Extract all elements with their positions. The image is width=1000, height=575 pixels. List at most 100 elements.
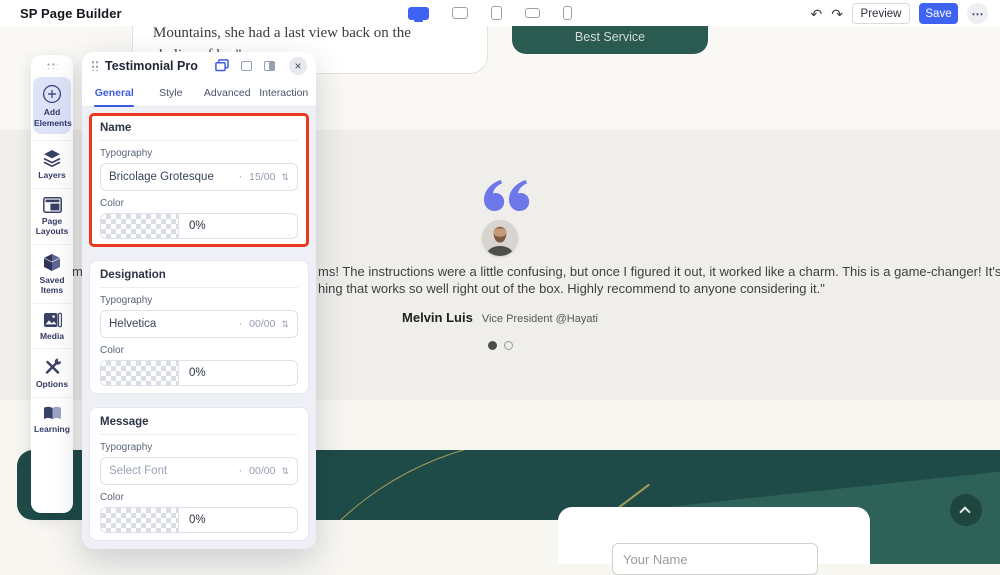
your-name-input[interactable] [612, 543, 818, 575]
testimonial-pro-settings-panel: Testimonial Pro × General Style Advanced… [82, 52, 316, 549]
sidebar-drag-handle[interactable] [46, 62, 58, 69]
plus-circle-icon [42, 84, 62, 104]
dock-panel-icon[interactable] [241, 60, 252, 71]
font-placeholder: Select Font [109, 465, 168, 477]
font-select[interactable]: Bricolage Grotesque · 15/00 ⇅ [100, 163, 298, 191]
sidebar-item-label: Saved Items [39, 274, 65, 296]
scroll-to-top-button[interactable] [950, 494, 982, 526]
app-title: SP Page Builder [20, 6, 122, 21]
size-adjust-icon[interactable]: ⇅ [281, 172, 289, 183]
section-title: Designation [100, 269, 298, 288]
color-opacity-value[interactable]: 0% [179, 214, 297, 238]
color-label: Color [100, 492, 124, 503]
sidebar-item-label: Media [39, 330, 65, 341]
badge-label: Best Service [574, 30, 646, 44]
device-laptop-icon[interactable] [452, 7, 468, 19]
device-mobile-icon[interactable] [563, 6, 572, 20]
typography-label: Typography [100, 442, 153, 453]
device-mobile-landscape-icon[interactable] [525, 8, 540, 18]
book-icon [43, 406, 61, 419]
panel-title: Testimonial Pro [105, 58, 198, 73]
font-select[interactable]: Select Font · 00/00 ⇅ [100, 457, 298, 485]
section-title: Name [100, 122, 298, 141]
carousel-dot[interactable] [503, 341, 513, 350]
panel-tabs: General Style Advanced Interaction [82, 79, 316, 107]
separator-dot: · [238, 171, 243, 183]
carousel-dot-active[interactable] [487, 341, 497, 350]
section-message: Message Typography Select Font · 00/00 ⇅… [89, 407, 309, 541]
redo-icon[interactable]: ↷ [831, 4, 843, 24]
testimonial-text-line1: ms! The instructions were a little confu… [318, 264, 1000, 279]
author-role: Vice President @Hayati [481, 313, 598, 325]
sidebar-item-media[interactable]: Media [33, 302, 71, 349]
sidebar-item-label: Page Layouts [35, 215, 69, 237]
color-picker-row[interactable]: 0% [100, 507, 298, 533]
save-button[interactable]: Save [919, 3, 958, 24]
chevron-up-icon [959, 506, 971, 518]
font-select[interactable]: Helvetica · 00/00 ⇅ [100, 310, 298, 338]
sidebar-item-label: Learning [34, 423, 70, 434]
builder-sidebar: Add Elements Layers Page Layouts Saved I… [31, 55, 73, 513]
color-label: Color [100, 345, 124, 356]
tab-advanced[interactable]: Advanced [199, 79, 256, 106]
toolbar-actions: ↶ ↷ Preview Save ⋯ [811, 3, 988, 24]
panel-header: Testimonial Pro × [82, 52, 316, 79]
sidebar-item-layers[interactable]: Layers [33, 140, 71, 188]
color-swatch-transparent[interactable] [101, 508, 179, 532]
device-tablet-icon[interactable] [491, 6, 502, 20]
color-opacity-value[interactable]: 0% [179, 361, 297, 385]
color-picker-row[interactable]: 0% [100, 360, 298, 386]
tab-interaction[interactable]: Interaction [256, 79, 313, 106]
testimonial-avatar [482, 220, 518, 256]
font-value: Bricolage Grotesque [109, 171, 214, 183]
sidebar-item-add-elements[interactable]: Add Elements [33, 77, 72, 134]
sidebar-item-saved-items[interactable]: Saved Items [33, 243, 71, 303]
tools-icon [45, 358, 61, 374]
font-size-value: 00/00 [249, 318, 276, 330]
layers-icon [43, 150, 61, 167]
panel-drag-handle[interactable] [91, 60, 98, 71]
sidebar-item-options[interactable]: Options [33, 348, 71, 397]
device-desktop-icon[interactable] [408, 6, 429, 22]
font-size-value: 15/00 [249, 171, 276, 183]
tab-general[interactable]: General [86, 79, 143, 107]
sidebar-item-label: Add Elements [34, 107, 72, 128]
media-icon [43, 312, 62, 327]
responsive-device-switcher [408, 5, 572, 22]
best-service-badge[interactable]: Best Service [512, 26, 708, 54]
undo-icon[interactable]: ↶ [811, 4, 823, 24]
sidebar-item-label: Options [35, 379, 69, 389]
separator-dot: · [238, 465, 243, 477]
tab-style[interactable]: Style [143, 79, 200, 106]
sidebar-item-label: Layers [38, 170, 66, 180]
font-value: Helvetica [109, 318, 157, 330]
testimonial-text-line2: hing that works so well right out of the… [318, 281, 825, 296]
typography-label: Typography [100, 295, 153, 306]
size-adjust-icon[interactable]: ⇅ [281, 466, 289, 477]
sidebar-item-learning[interactable]: Learning [33, 396, 71, 442]
quote-icon [484, 180, 530, 216]
font-size-value: 00/00 [249, 465, 276, 477]
more-options-button[interactable]: ⋯ [967, 3, 988, 24]
section-designation: Designation Typography Helvetica · 00/00… [89, 260, 309, 394]
author-name: Melvin Luis [402, 310, 473, 325]
size-adjust-icon[interactable]: ⇅ [281, 319, 289, 330]
color-picker-row[interactable]: 0% [100, 213, 298, 239]
color-swatch-transparent[interactable] [101, 214, 179, 238]
sidebar-item-page-layouts[interactable]: Page Layouts [33, 187, 71, 244]
typography-label: Typography [100, 148, 153, 159]
color-label: Color [100, 198, 124, 209]
section-title: Message [100, 416, 298, 435]
section-name: Name Typography Bricolage Grotesque · 15… [89, 113, 309, 247]
close-icon[interactable]: × [289, 56, 307, 75]
page-layouts-icon [42, 196, 62, 213]
color-opacity-value[interactable]: 0% [179, 508, 297, 532]
cube-icon [43, 253, 61, 271]
duplicate-panel-icon[interactable] [215, 59, 229, 72]
top-toolbar: SP Page Builder ↶ ↷ Preview Save ⋯ [0, 0, 1000, 26]
color-swatch-transparent[interactable] [101, 361, 179, 385]
panel-body: Name Typography Bricolage Grotesque · 15… [82, 107, 316, 549]
dock-panel-right-icon[interactable] [264, 60, 275, 71]
preview-button[interactable]: Preview [852, 3, 910, 24]
contact-form-card [558, 507, 870, 575]
